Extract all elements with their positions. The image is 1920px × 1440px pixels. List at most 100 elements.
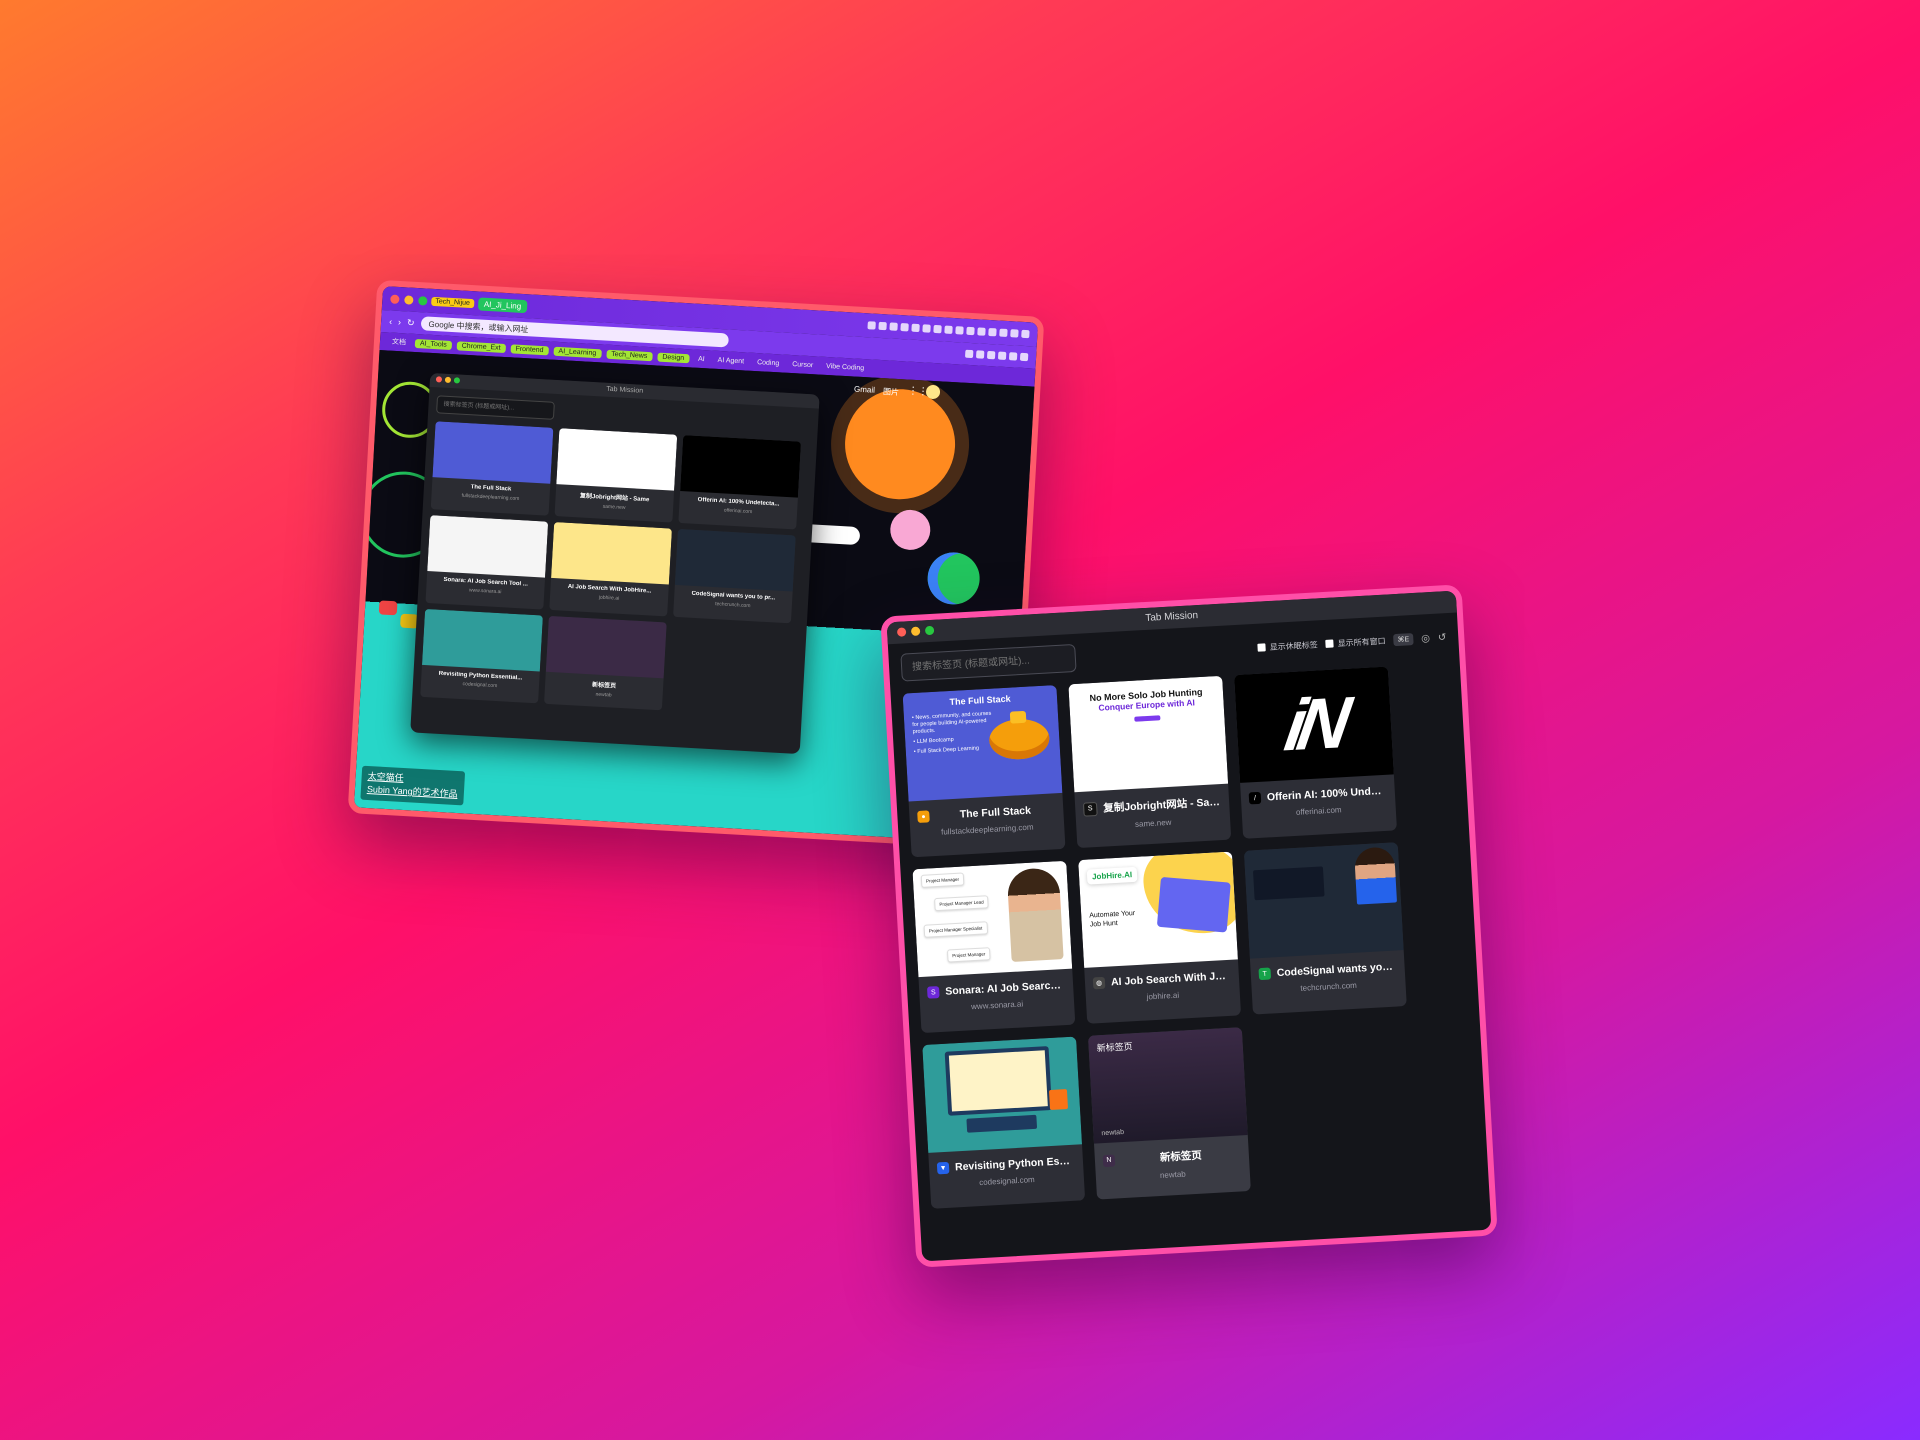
bookmark-item[interactable]: Chrome_Ext [456,340,506,353]
tab-mission-window: Tab Mission 显示休眠标签 显示所有窗口 ⌘E ◎ ↺ The Ful… [880,584,1498,1268]
toggle-label: 显示所有窗口 [1337,636,1386,648]
codesignal-favicon-icon: ▼ [936,1161,950,1175]
mini-tab-card[interactable]: CodeSignal wants you to pr... techcrunch.… [673,528,796,624]
tab-active[interactable]: AI_Ji_Ling [477,296,528,313]
mug-illustration [1048,1089,1069,1111]
bookmark-item[interactable]: AI [694,354,709,364]
doodle-caption[interactable]: 太空猫任 Subin Yang的艺术作品 [360,765,465,806]
tab-title: Revisiting Python Essential... [954,1154,1076,1174]
code-screen-illustration [1252,866,1325,901]
refresh-icon[interactable]: ↺ [1438,632,1447,643]
minimize-icon[interactable] [404,294,414,305]
bookmark-item[interactable]: Vibe Coding [822,361,868,373]
sonara-favicon-icon: S [926,986,940,999]
tab-thumbnail: 新标签页 newtab [1087,1027,1248,1144]
window-controls [896,625,935,637]
tab-card[interactable]: iN / Offerin AI: 100% Undetecta... offeri… [1234,666,1397,839]
bookmark-item[interactable]: Frontend [510,343,549,355]
address-text: Google 中搜索，或输入网址 [428,319,529,334]
checkbox-icon[interactable] [1257,643,1266,652]
tab-card[interactable]: Project Manager Project Manager Lead Pro… [912,860,1076,1034]
tab-title: Sonara: AI Job Search Tool ... [944,979,1066,998]
mini-tab-card[interactable]: Revisiting Python Essential... codesignal… [420,608,543,704]
bookmark-item[interactable]: 文档 [388,335,411,348]
gmail-link[interactable]: Gmail [854,385,875,395]
newtab-favicon-icon: N [1102,1154,1116,1167]
mini-search-input[interactable]: 搜索标签页 (标题或网址)... [436,395,555,420]
tab-card[interactable]: T CodeSignal wants you to pr... techcrunc… [1243,842,1407,1015]
search-input[interactable] [900,643,1077,682]
maximize-icon[interactable] [924,625,935,636]
tab-thumbnail: iN [1234,666,1394,783]
mini-tab-card[interactable]: The Full Stack fullstackdeeplearning.com [430,421,554,516]
maximize-icon[interactable] [418,295,428,306]
earth-illustration [926,550,982,606]
same-favicon-icon: S [1082,801,1098,817]
tab-thumbnail: No More Solo Job Hunting Conquer Europe … [1068,675,1229,793]
offerin-logo: iN [1279,682,1349,767]
thumb-text: • News, community, and courses for peopl… [911,710,992,736]
jobhire-logo: JobHire.AI [1086,866,1138,885]
images-link[interactable]: 图片 [883,386,900,398]
minimize-icon[interactable] [910,626,921,637]
tab-thumbnail [1243,842,1404,959]
bookmark-item[interactable]: AI Agent [713,355,748,366]
tab-mission-mini-window: Tab Mission 搜索标签页 (标题或网址)... The Full St… [410,372,820,755]
tab-card[interactable]: No More Solo Job Hunting Conquer Europe … [1068,675,1232,849]
tab-card[interactable]: 新标签页 newtab N 新标签页 newtab [1087,1027,1251,1200]
bookmark-item[interactable]: AI_Tools [414,338,453,350]
tab-group-tag[interactable]: Tech_Nijue [431,296,475,308]
job-pill: Project Manager [946,947,991,963]
mini-tab-card[interactable]: Offerin AI: 100% Undetecta... offerinai.c… [678,435,802,530]
bookmark-item[interactable]: Coding [753,357,784,368]
show-all-windows-toggle[interactable]: 显示所有窗口 [1325,635,1386,649]
thumb-heading: The Full Stack [949,693,1011,708]
nav-forward-icon[interactable]: › [398,317,402,327]
tab-url: www.sonara.ai [970,999,1024,1012]
toggle-label: 显示休眠标签 [1269,639,1318,652]
tab-title: 新标签页 [1159,1149,1203,1164]
button-illustration [378,600,398,616]
job-pill: Project Manager Lead [934,895,989,912]
pinned-tabs[interactable] [867,321,1030,339]
pancake-favicon-icon: ● [917,810,930,823]
mini-tab-card[interactable]: 复制Jobright网站 - Same same.new [554,428,678,523]
reload-icon[interactable]: ↻ [407,317,415,328]
mini-tab-card[interactable]: 新标签页 newtab [544,615,667,711]
show-sleeping-toggle[interactable]: 显示休眠标签 [1257,639,1318,653]
bookmark-item[interactable]: Tech_News [605,349,653,361]
close-icon[interactable] [896,627,907,637]
mini-tab-card[interactable]: AI Job Search With JobHire... jobhire.ai [549,522,672,617]
toolbar-controls: 显示休眠标签 显示所有窗口 ⌘E ◎ ↺ [1257,631,1447,654]
tab-thumbnail: JobHire.AI Automate Your Job Hunt [1078,851,1238,968]
tab-url: offerinai.com [1295,805,1342,817]
bookmark-item[interactable]: AI_Learning [553,346,602,358]
tab-card[interactable]: JobHire.AI Automate Your Job Hunt ◍ AI Job… [1078,851,1242,1024]
tab-card[interactable]: ▼ Revisiting Python Essential... codesign… [922,1036,1086,1209]
keyboard-illustration [966,1114,1038,1133]
nav-back-icon[interactable]: ‹ [389,316,393,326]
extension-icons[interactable] [964,349,1029,362]
close-icon[interactable] [390,294,400,304]
window-controls [390,294,428,306]
job-pill: Project Manager [920,872,965,888]
tab-title: 复制Jobright网站 - Same [1102,795,1222,815]
tab-card[interactable]: The Full Stack • News, community, and co… [902,685,1066,858]
planet-illustration [889,508,932,551]
mini-tab-grid: The Full Stack fullstackdeeplearning.com … [412,421,817,718]
person-photo [1006,867,1064,962]
offerin-favicon-icon: / [1248,791,1262,805]
monitor-illustration [944,1046,1053,1116]
tab-title: The Full Stack [959,804,1032,821]
bookmark-item[interactable]: Cursor [788,359,817,370]
tab-title: AI Job Search With JobHire... [1110,969,1232,989]
mini-tab-card[interactable]: Sonara: AI Job Search Tool ... www.sonara… [425,515,549,610]
bookmark-item[interactable]: Design [657,352,690,363]
pancake-illustration [988,717,1051,761]
avatar[interactable] [925,384,941,400]
checkbox-icon[interactable] [1325,639,1334,648]
techcrunch-favicon-icon: T [1258,967,1272,981]
chart-panel-illustration [1156,876,1231,933]
tab-thumbnail: Project Manager Project Manager Lead Pro… [912,860,1073,978]
settings-icon[interactable]: ◎ [1421,633,1430,644]
